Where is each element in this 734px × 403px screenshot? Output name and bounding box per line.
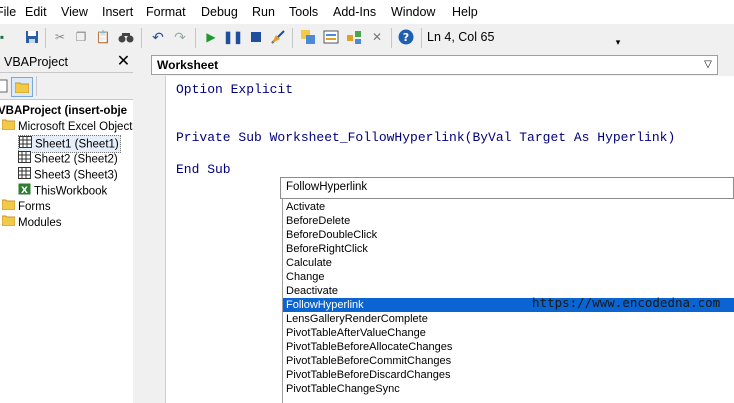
code-margin xyxy=(145,76,166,403)
project-explorer-icon[interactable] xyxy=(300,29,316,45)
project-explorer-titlebar: VBAProject ✕ xyxy=(0,52,133,73)
help-icon[interactable]: ? xyxy=(398,29,414,45)
excel-icon[interactable]: ▪ xyxy=(0,29,10,45)
properties-icon[interactable] xyxy=(323,29,339,45)
save-icon[interactable] xyxy=(24,29,40,45)
object-combobox[interactable]: Worksheet ▽ xyxy=(151,55,718,75)
folder-icon xyxy=(1,215,16,231)
list-item[interactable]: PivotTableChangeSync xyxy=(283,382,734,396)
tree-node-forms[interactable]: Forms xyxy=(1,199,51,215)
menu-help[interactable]: Help xyxy=(452,5,478,19)
code-line: Option Explicit xyxy=(176,82,294,97)
menu-edit[interactable]: Edit xyxy=(25,5,47,19)
menu-bar: File Edit View Insert Format Debug Run T… xyxy=(0,0,734,24)
svg-text:X: X xyxy=(21,186,28,195)
redo-icon[interactable]: ↷ xyxy=(172,29,188,45)
pane-splitter[interactable] xyxy=(133,52,145,403)
tree-node-sheet2[interactable]: Sheet2 (Sheet2) xyxy=(18,151,118,167)
list-item[interactable]: PivotTableBeforeCommitChanges xyxy=(283,354,734,368)
find-icon[interactable] xyxy=(118,29,134,45)
list-item[interactable]: PivotTableBeforeDiscardChanges xyxy=(283,368,734,382)
menu-view[interactable]: View xyxy=(61,5,88,19)
code-line: End Sub xyxy=(176,162,231,177)
toolbox-icon[interactable]: ✕ xyxy=(369,29,385,45)
copy-icon[interactable]: ❐ xyxy=(73,29,89,45)
tree-node-sheet3[interactable]: Sheet3 (Sheet3) xyxy=(18,167,118,183)
break-icon[interactable]: ❚❚ xyxy=(223,29,243,45)
object-browser-icon[interactable] xyxy=(346,29,362,45)
list-item[interactable]: BeforeDelete xyxy=(283,214,734,228)
watermark-text: https://www.encodedna.com xyxy=(532,295,721,310)
workbook-icon: X xyxy=(18,183,31,200)
list-item[interactable]: PivotTableBeforeAllocateChanges xyxy=(283,340,734,354)
autocomplete-input-value: FollowHyperlink xyxy=(286,181,368,193)
run-icon[interactable]: ▶ xyxy=(203,29,219,45)
tree-node-thisworkbook[interactable]: X ThisWorkbook xyxy=(18,183,107,199)
list-item[interactable]: Activate xyxy=(283,200,734,214)
menu-debug[interactable]: Debug xyxy=(201,5,238,19)
folder-icon xyxy=(1,199,16,215)
close-icon[interactable]: ✕ xyxy=(116,53,131,70)
list-item[interactable]: BeforeRightClick xyxy=(283,242,734,256)
project-explorer-title: VBAProject xyxy=(4,55,68,69)
menu-window[interactable]: Window xyxy=(391,5,435,19)
reset-icon[interactable] xyxy=(248,29,264,45)
toolbar-overflow-icon[interactable]: ▾ xyxy=(610,34,626,50)
svg-text:?: ? xyxy=(403,31,409,44)
cut-icon[interactable]: ✂ xyxy=(52,29,68,45)
list-item[interactable]: PivotTableAfterValueChange xyxy=(283,326,734,340)
tree-node-excel-objects[interactable]: Microsoft Excel Objects xyxy=(1,119,138,135)
menu-format[interactable]: Format xyxy=(146,5,186,19)
worksheet-icon xyxy=(18,167,31,184)
list-item[interactable]: LensGalleryRenderComplete xyxy=(283,312,734,326)
tree-node-vbaproject[interactable]: VBAProject (insert-obje xyxy=(0,103,127,119)
list-item[interactable]: Calculate xyxy=(283,256,734,270)
toggle-folders-icon[interactable] xyxy=(11,77,33,97)
list-item[interactable]: Change xyxy=(283,270,734,284)
standard-toolbar: ▪ ✂ ❐ 📋 ↶ ↷ ▶ ❚❚ ✕ ? Ln 4, Col 65 ▾ xyxy=(0,24,734,53)
autocomplete-input[interactable]: FollowHyperlink xyxy=(280,177,734,199)
folder-icon xyxy=(1,119,16,135)
menu-insert[interactable]: Insert xyxy=(102,5,133,19)
chevron-down-icon[interactable]: ▽ xyxy=(701,56,715,74)
project-explorer-toolbar xyxy=(0,73,133,100)
menu-add-ins[interactable]: Add-Ins xyxy=(333,5,376,19)
menu-file[interactable]: File xyxy=(0,5,16,19)
undo-icon[interactable]: ↶ xyxy=(150,29,166,45)
paste-icon[interactable]: 📋 xyxy=(95,29,111,45)
worksheet-icon xyxy=(18,151,31,168)
object-combobox-value: Worksheet xyxy=(157,58,219,72)
project-tree: VBAProject (insert-obje Microsoft Excel … xyxy=(0,100,138,403)
cursor-position-status: Ln 4, Col 65 xyxy=(427,30,495,44)
tree-node-modules[interactable]: Modules xyxy=(1,215,61,231)
design-mode-icon[interactable] xyxy=(270,29,286,45)
code-line: Private Sub Worksheet_FollowHyperlink(By… xyxy=(176,130,676,145)
menu-tools[interactable]: Tools xyxy=(289,5,318,19)
list-item[interactable]: BeforeDoubleClick xyxy=(283,228,734,242)
menu-run[interactable]: Run xyxy=(252,5,275,19)
